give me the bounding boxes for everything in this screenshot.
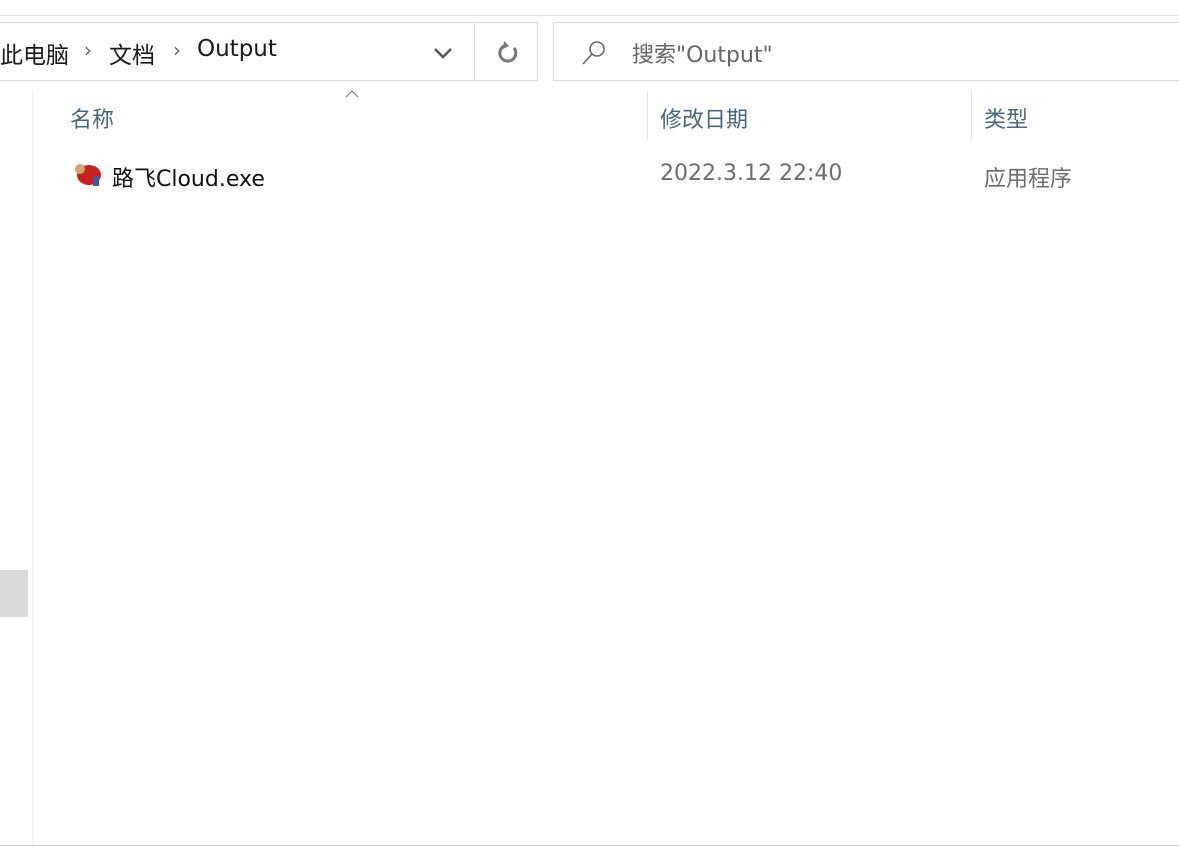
column-header-date[interactable]: 修改日期 xyxy=(660,102,748,134)
chevron-right-icon[interactable]: › xyxy=(173,38,181,62)
column-divider[interactable] xyxy=(647,90,648,140)
divider xyxy=(474,22,475,81)
nav-pane-scrollbar[interactable] xyxy=(0,570,28,617)
search-icon xyxy=(582,41,605,65)
column-divider[interactable] xyxy=(971,90,972,140)
app-icon xyxy=(75,164,101,186)
search-placeholder[interactable]: 搜索"Output" xyxy=(632,37,773,69)
refresh-icon[interactable] xyxy=(496,40,520,66)
ribbon-divider xyxy=(0,15,1179,16)
breadcrumb-documents[interactable]: 文档 xyxy=(109,36,155,70)
column-header-type[interactable]: 类型 xyxy=(984,102,1028,134)
column-header-name[interactable]: 名称 xyxy=(70,102,114,134)
nav-pane-border xyxy=(32,90,33,847)
breadcrumb-this-pc[interactable]: 此电脑 xyxy=(0,36,69,70)
chevron-down-icon[interactable] xyxy=(433,46,453,60)
sort-ascending-icon xyxy=(345,90,359,98)
file-type: 应用程序 xyxy=(984,167,1073,192)
chevron-right-icon[interactable]: › xyxy=(84,38,92,62)
file-name[interactable]: 路飞Cloud.exe xyxy=(112,161,265,193)
file-date: 2022.3.12 22:40 xyxy=(660,161,843,186)
breadcrumb-output[interactable]: Output xyxy=(197,36,277,62)
status-divider xyxy=(0,845,1179,846)
